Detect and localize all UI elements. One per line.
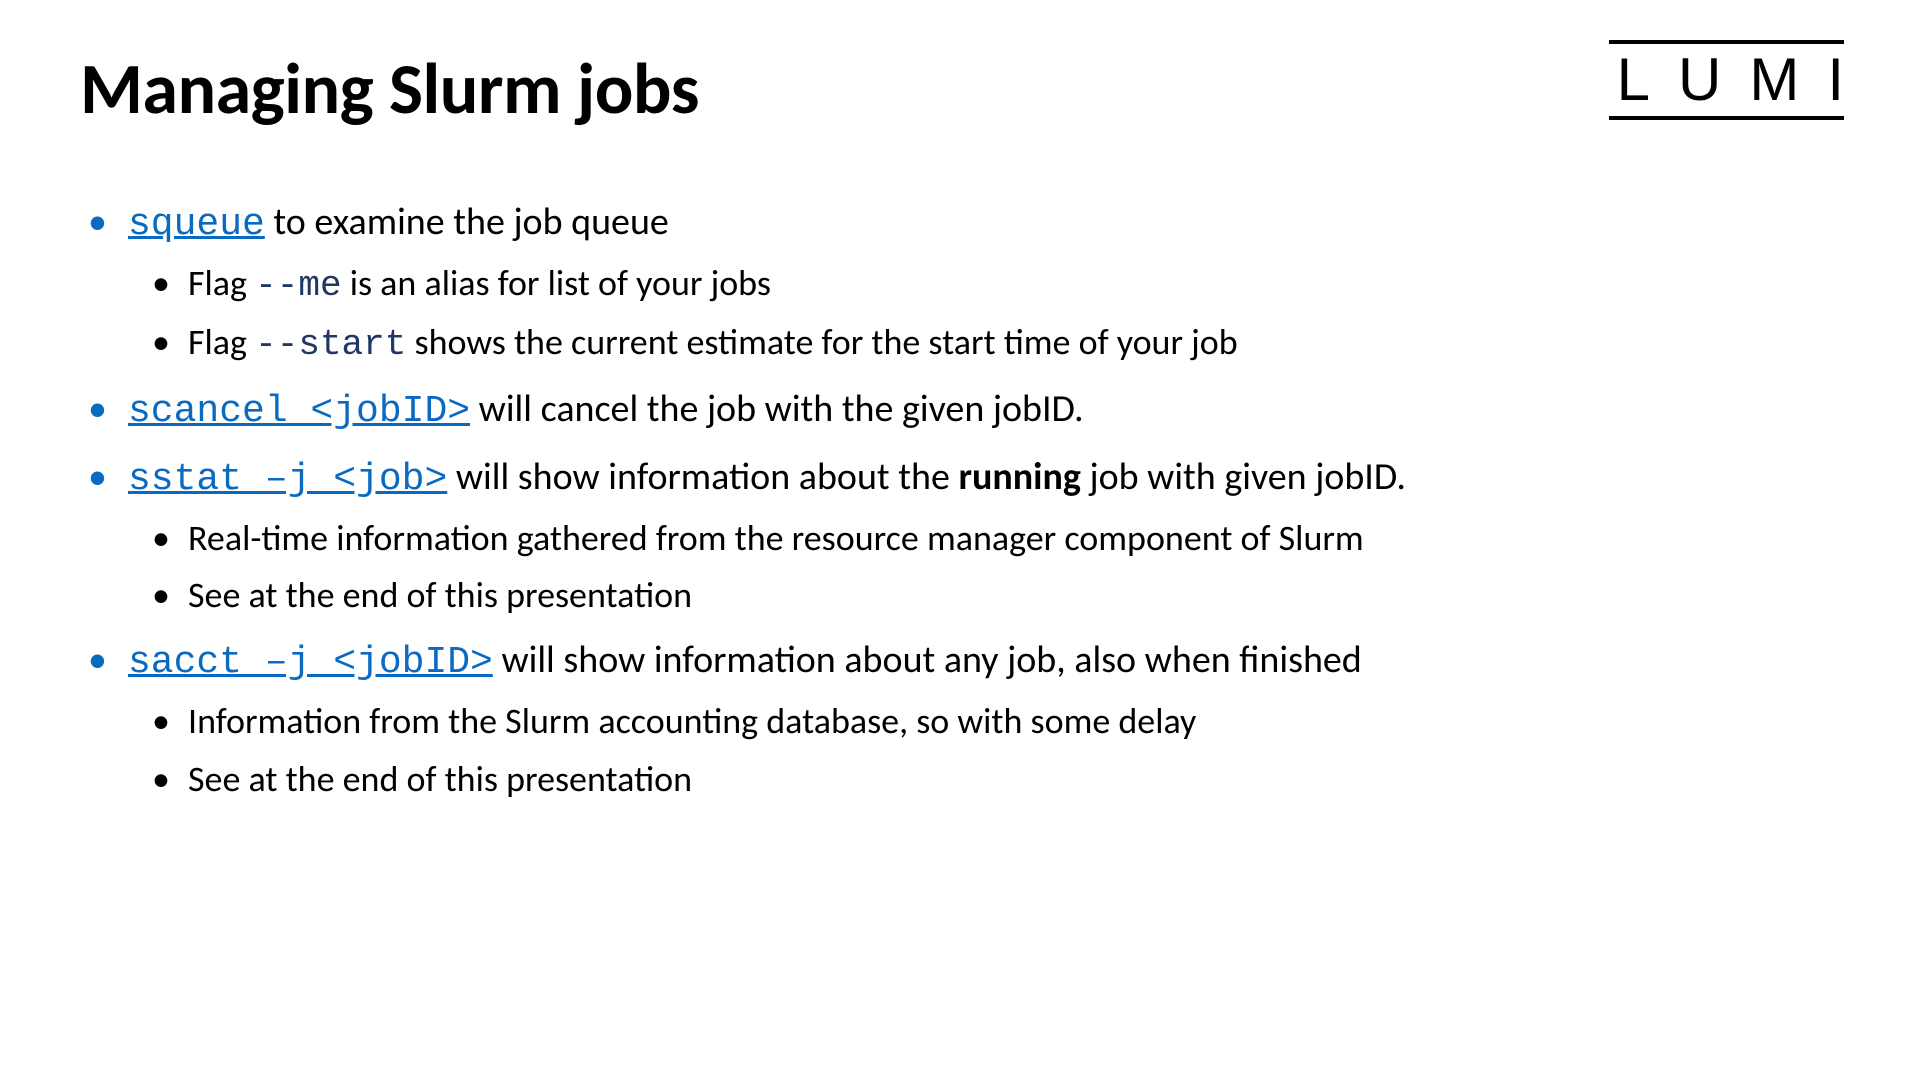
- text: Flag: [188, 261, 255, 305]
- text: to examine the job queue: [265, 199, 669, 245]
- list-item: Information from the Slurm accounting da…: [144, 693, 1840, 751]
- text: Real-time information gathered from the …: [188, 516, 1364, 560]
- list-item: Flag --me is an alias for list of your j…: [144, 255, 1840, 315]
- text: See at the end of this presentation: [188, 573, 692, 617]
- cmd-scancel[interactable]: scancel <jobID>: [128, 390, 470, 433]
- list-item: See at the end of this presentation: [144, 567, 1840, 625]
- list-item: Real-time information gathered from the …: [144, 510, 1840, 568]
- text: is an alias for list of your jobs: [342, 261, 771, 305]
- text: shows the current estimate for the start…: [406, 320, 1237, 364]
- cmd-squeue[interactable]: squeue: [128, 203, 265, 246]
- bullet-squeue: squeue to examine the job queue Flag --m…: [80, 193, 1840, 374]
- text: will show information about the: [447, 454, 958, 500]
- sstat-sublist: Real-time information gathered from the …: [128, 510, 1840, 625]
- bullet-list: squeue to examine the job queue Flag --m…: [80, 193, 1840, 808]
- text: will cancel the job with the given jobID…: [470, 386, 1084, 432]
- slide: LUMI Managing Slurm jobs squeue to exami…: [0, 0, 1920, 1080]
- list-item: See at the end of this presentation: [144, 751, 1840, 809]
- lumi-logo: LUMI: [1609, 40, 1844, 120]
- sacct-sublist: Information from the Slurm accounting da…: [128, 693, 1840, 808]
- bullet-sacct: sacct –j <jobID> will show information a…: [80, 631, 1840, 808]
- text: See at the end of this presentation: [188, 757, 692, 801]
- text: Flag: [188, 320, 255, 364]
- list-item: Flag --start shows the current estimate …: [144, 314, 1840, 374]
- text: job with given jobID.: [1081, 454, 1406, 500]
- text-bold: running: [958, 454, 1080, 500]
- code-flag-start: --start: [255, 324, 406, 365]
- bullet-sstat: sstat –j <job> will show information abo…: [80, 448, 1840, 625]
- text: Information from the Slurm accounting da…: [188, 699, 1196, 743]
- logo-text: LUMI: [1617, 50, 1872, 110]
- squeue-sublist: Flag --me is an alias for list of your j…: [128, 255, 1840, 374]
- bullet-scancel: scancel <jobID> will cancel the job with…: [80, 380, 1840, 442]
- text: will show information about any job, als…: [493, 637, 1362, 683]
- cmd-sacct[interactable]: sacct –j <jobID>: [128, 641, 493, 684]
- cmd-sstat[interactable]: sstat –j <job>: [128, 458, 447, 501]
- slide-title: Managing Slurm jobs: [80, 45, 1840, 133]
- code-flag-me: --me: [255, 265, 341, 306]
